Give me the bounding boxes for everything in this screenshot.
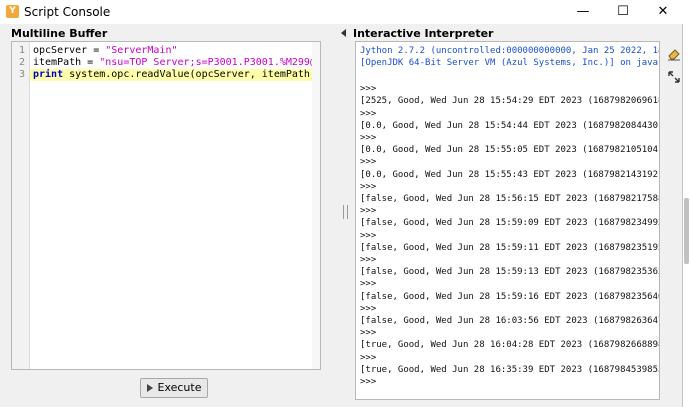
editor-scrollbar[interactable] — [312, 42, 320, 369]
expand-icon[interactable] — [666, 70, 682, 84]
line-number: 2 — [18, 57, 25, 68]
interpreter-result-line: [0.0, Good, Wed Jun 28 15:54:44 EDT 2023… — [360, 120, 660, 131]
code-token: itemPath = — [33, 57, 100, 68]
play-icon — [146, 384, 153, 392]
code-token: "nsu=TOP Server;s=P3001.P3001.%M299@Bool… — [99, 57, 320, 68]
interpreter-prompt: >>> — [360, 108, 377, 119]
script-console-window: Y Script Console — ☐ ✕ Multiline Buffer … — [0, 0, 683, 407]
interpreter-result-line: [true, Good, Wed Jun 28 16:04:28 EDT 202… — [360, 340, 660, 351]
eraser-icon[interactable] — [666, 47, 682, 61]
code-token: print — [33, 69, 64, 80]
interpreter-result-line: [false, Good, Wed Jun 28 15:59:16 EDT 20… — [360, 291, 660, 302]
interpreter-prompt: >>> — [360, 377, 377, 387]
interpreter-result-line: [false, Good, Wed Jun 28 15:59:11 EDT 20… — [360, 242, 660, 253]
interactive-interpreter-title: Interactive Interpreter — [353, 27, 494, 40]
execute-label: Execute — [157, 381, 202, 394]
code-token: opcServer = — [33, 45, 106, 56]
line-number: 1 — [18, 45, 25, 56]
interpreter-prompt: >>> — [360, 303, 377, 314]
line-number: 3 — [18, 69, 25, 80]
collapse-left-icon[interactable] — [341, 29, 346, 37]
interpreter-prompt: >>> — [360, 84, 377, 95]
close-button[interactable]: ✕ — [643, 0, 683, 24]
code-token: system.opc.readValue(opcServer, itemPath… — [63, 69, 316, 80]
script-console-icon: Y — [6, 5, 19, 18]
title-bar: Y Script Console — ☐ ✕ — [0, 0, 683, 24]
interpreter-header-line: Jython 2.7.2 (uncontrolled:000000000000,… — [360, 46, 659, 56]
interpreter-prompt: >>> — [360, 352, 377, 363]
interpreter-result-line: [0.0, Good, Wed Jun 28 15:55:43 EDT 2023… — [360, 169, 660, 180]
interpreter-prompt: >>> — [360, 230, 377, 241]
interpreter-output[interactable]: Jython 2.7.2 (uncontrolled:000000000000,… — [355, 41, 660, 400]
interpreter-prompt: >>> — [360, 157, 377, 168]
code-token: "ServerMain" — [105, 45, 178, 56]
interpreter-prompt: >>> — [360, 133, 377, 143]
code-line-current[interactable]: print system.opc.readValue(opcServer, it… — [30, 69, 318, 81]
window-title: Script Console — [24, 5, 111, 19]
interpreter-result-line: [false, Good, Wed Jun 28 15:59:13 EDT 20… — [360, 267, 660, 278]
code-line[interactable]: itemPath = "nsu=TOP Server;s=P3001.P3001… — [33, 57, 320, 69]
interpreter-prompt: >>> — [360, 255, 377, 265]
page-scrollbar-thumb[interactable] — [684, 198, 689, 264]
execute-button[interactable]: Execute — [140, 378, 208, 398]
code-line[interactable]: opcServer = "ServerMain" — [33, 45, 178, 57]
interpreter-prompt: >>> — [360, 181, 377, 192]
interpreter-result-line: [false, Good, Wed Jun 28 16:03:56 EDT 20… — [360, 316, 660, 326]
split-pane-divider[interactable] — [343, 205, 348, 219]
interpreter-prompt: >>> — [360, 328, 377, 339]
interpreter-result-line: [true, Good, Wed Jun 28 16:35:39 EDT 202… — [360, 364, 660, 375]
multiline-buffer-title: Multiline Buffer — [11, 27, 108, 40]
interpreter-result-line: [false, Good, Wed Jun 28 15:59:09 EDT 20… — [360, 218, 660, 229]
interpreter-prompt: >>> — [360, 279, 377, 290]
interpreter-result-line: [2525, Good, Wed Jun 28 15:54:29 EDT 202… — [360, 96, 660, 107]
maximize-button[interactable]: ☐ — [603, 0, 643, 24]
interpreter-result-line: [0.0, Good, Wed Jun 28 15:55:05 EDT 2023… — [360, 145, 660, 156]
code-editor[interactable]: 1 2 3 opcServer = "ServerMain" itemPath … — [11, 41, 321, 370]
interpreter-result-line: [false, Good, Wed Jun 28 15:56:15 EDT 20… — [360, 194, 660, 204]
interpreter-header-line: [OpenJDK 64-Bit Server VM (Azul Systems,… — [360, 58, 659, 68]
interpreter-prompt: >>> — [360, 206, 377, 217]
minimize-button[interactable]: — — [563, 0, 603, 24]
line-number-gutter: 1 2 3 — [12, 42, 30, 369]
